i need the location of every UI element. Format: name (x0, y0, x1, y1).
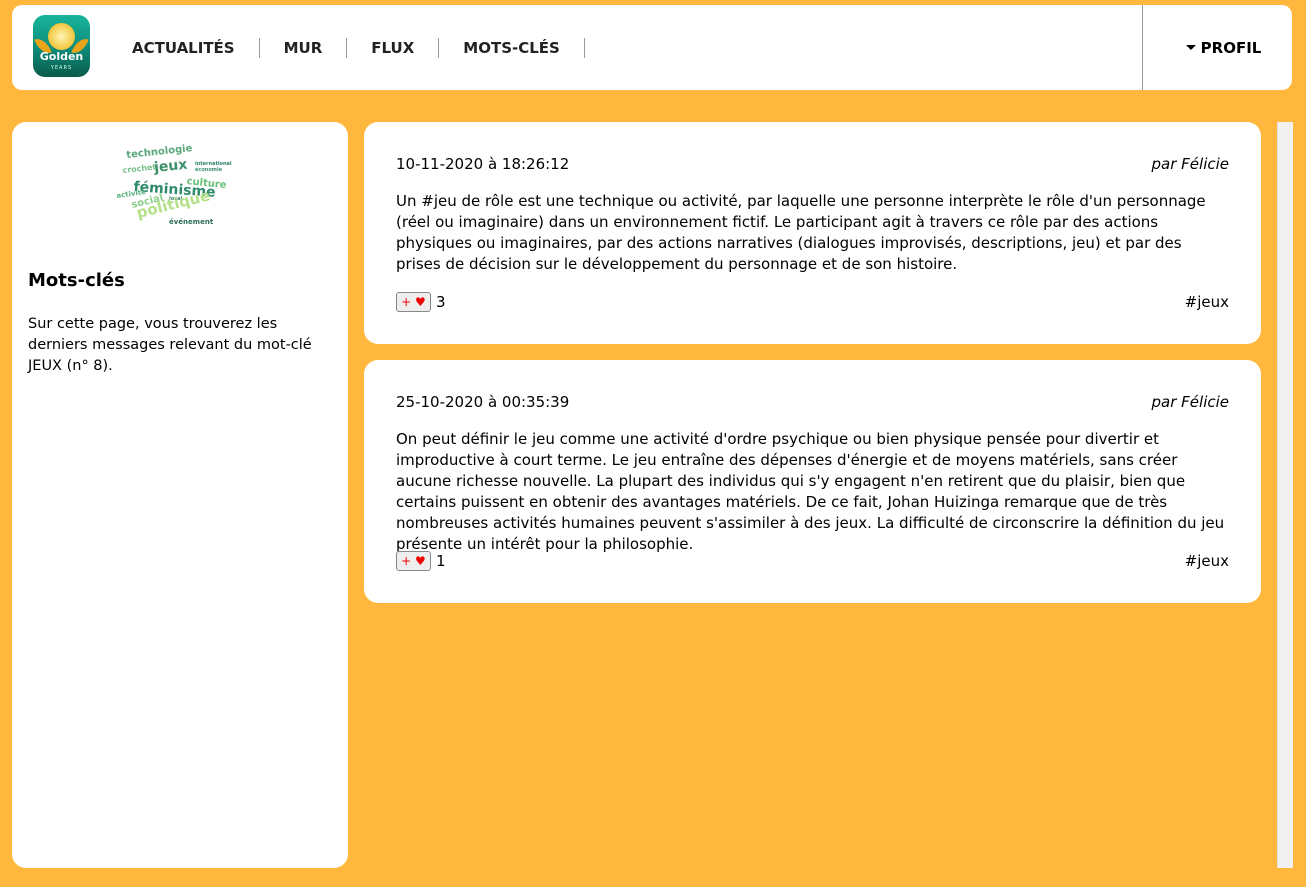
like-area: + ♥ 1 (396, 551, 446, 571)
nav-item-mots-cles[interactable]: MOTS-CLÉS (439, 38, 585, 58)
caret-down-icon (1185, 45, 1196, 50)
logo-text: Golden (39, 50, 84, 63)
like-count: 1 (436, 552, 446, 570)
cloud-word: économie (195, 167, 223, 173)
nav-item-mur[interactable]: MUR (260, 38, 348, 58)
post-date: 25-10-2020 à 00:35:39 (396, 393, 570, 411)
nav-item-actualites[interactable]: ACTUALITÉS (120, 38, 260, 58)
golden-years-logo[interactable]: Golden YEARS (33, 15, 90, 77)
post-body: On peut définir le jeu comme une activit… (396, 430, 1225, 553)
profile-label: PROFIL (1200, 38, 1262, 57)
post-author[interactable]: par Félicie (1152, 393, 1229, 411)
logo-subtext: YEARS (50, 65, 73, 71)
like-area: + ♥ 3 (396, 292, 446, 312)
top-header: Golden YEARS ACTUALITÉS MUR FLUX MOTS-CL… (12, 5, 1292, 90)
post-body: Un #jeu de rôle est une technique ou act… (396, 192, 1206, 273)
sidebar-description: Sur cette page, vous trouverez les derni… (28, 316, 312, 374)
keyword-cloud-image: technologie international crochet jeux é… (116, 143, 237, 232)
sun-icon (48, 23, 75, 50)
post-author[interactable]: par Félicie (1152, 155, 1229, 173)
sidebar: technologie international crochet jeux é… (12, 122, 348, 868)
like-count: 3 (436, 293, 446, 311)
like-button[interactable]: + ♥ (396, 292, 431, 312)
post-date: 10-11-2020 à 18:26:12 (396, 155, 570, 173)
sidebar-title: Mots-clés (28, 270, 125, 291)
main-nav: ACTUALITÉS MUR FLUX MOTS-CLÉS (120, 38, 585, 58)
profile-menu-button[interactable]: PROFIL (1142, 5, 1292, 90)
vertical-scrollbar[interactable] (1277, 122, 1293, 868)
cloud-word: événement (169, 218, 214, 226)
post-card: 25-10-2020 à 00:35:39 par Félicie On peu… (364, 360, 1261, 603)
like-button-label: + ♥ (401, 554, 426, 568)
post-card: 10-11-2020 à 18:26:12 par Félicie Un #je… (364, 122, 1261, 344)
post-tag[interactable]: #jeux (1185, 552, 1229, 570)
post-tag[interactable]: #jeux (1185, 293, 1229, 311)
like-button[interactable]: + ♥ (396, 551, 431, 571)
cloud-word: crochet (122, 162, 157, 175)
nav-item-flux[interactable]: FLUX (347, 38, 440, 58)
like-button-label: + ♥ (401, 295, 426, 309)
cloud-word: jeux (153, 156, 189, 176)
